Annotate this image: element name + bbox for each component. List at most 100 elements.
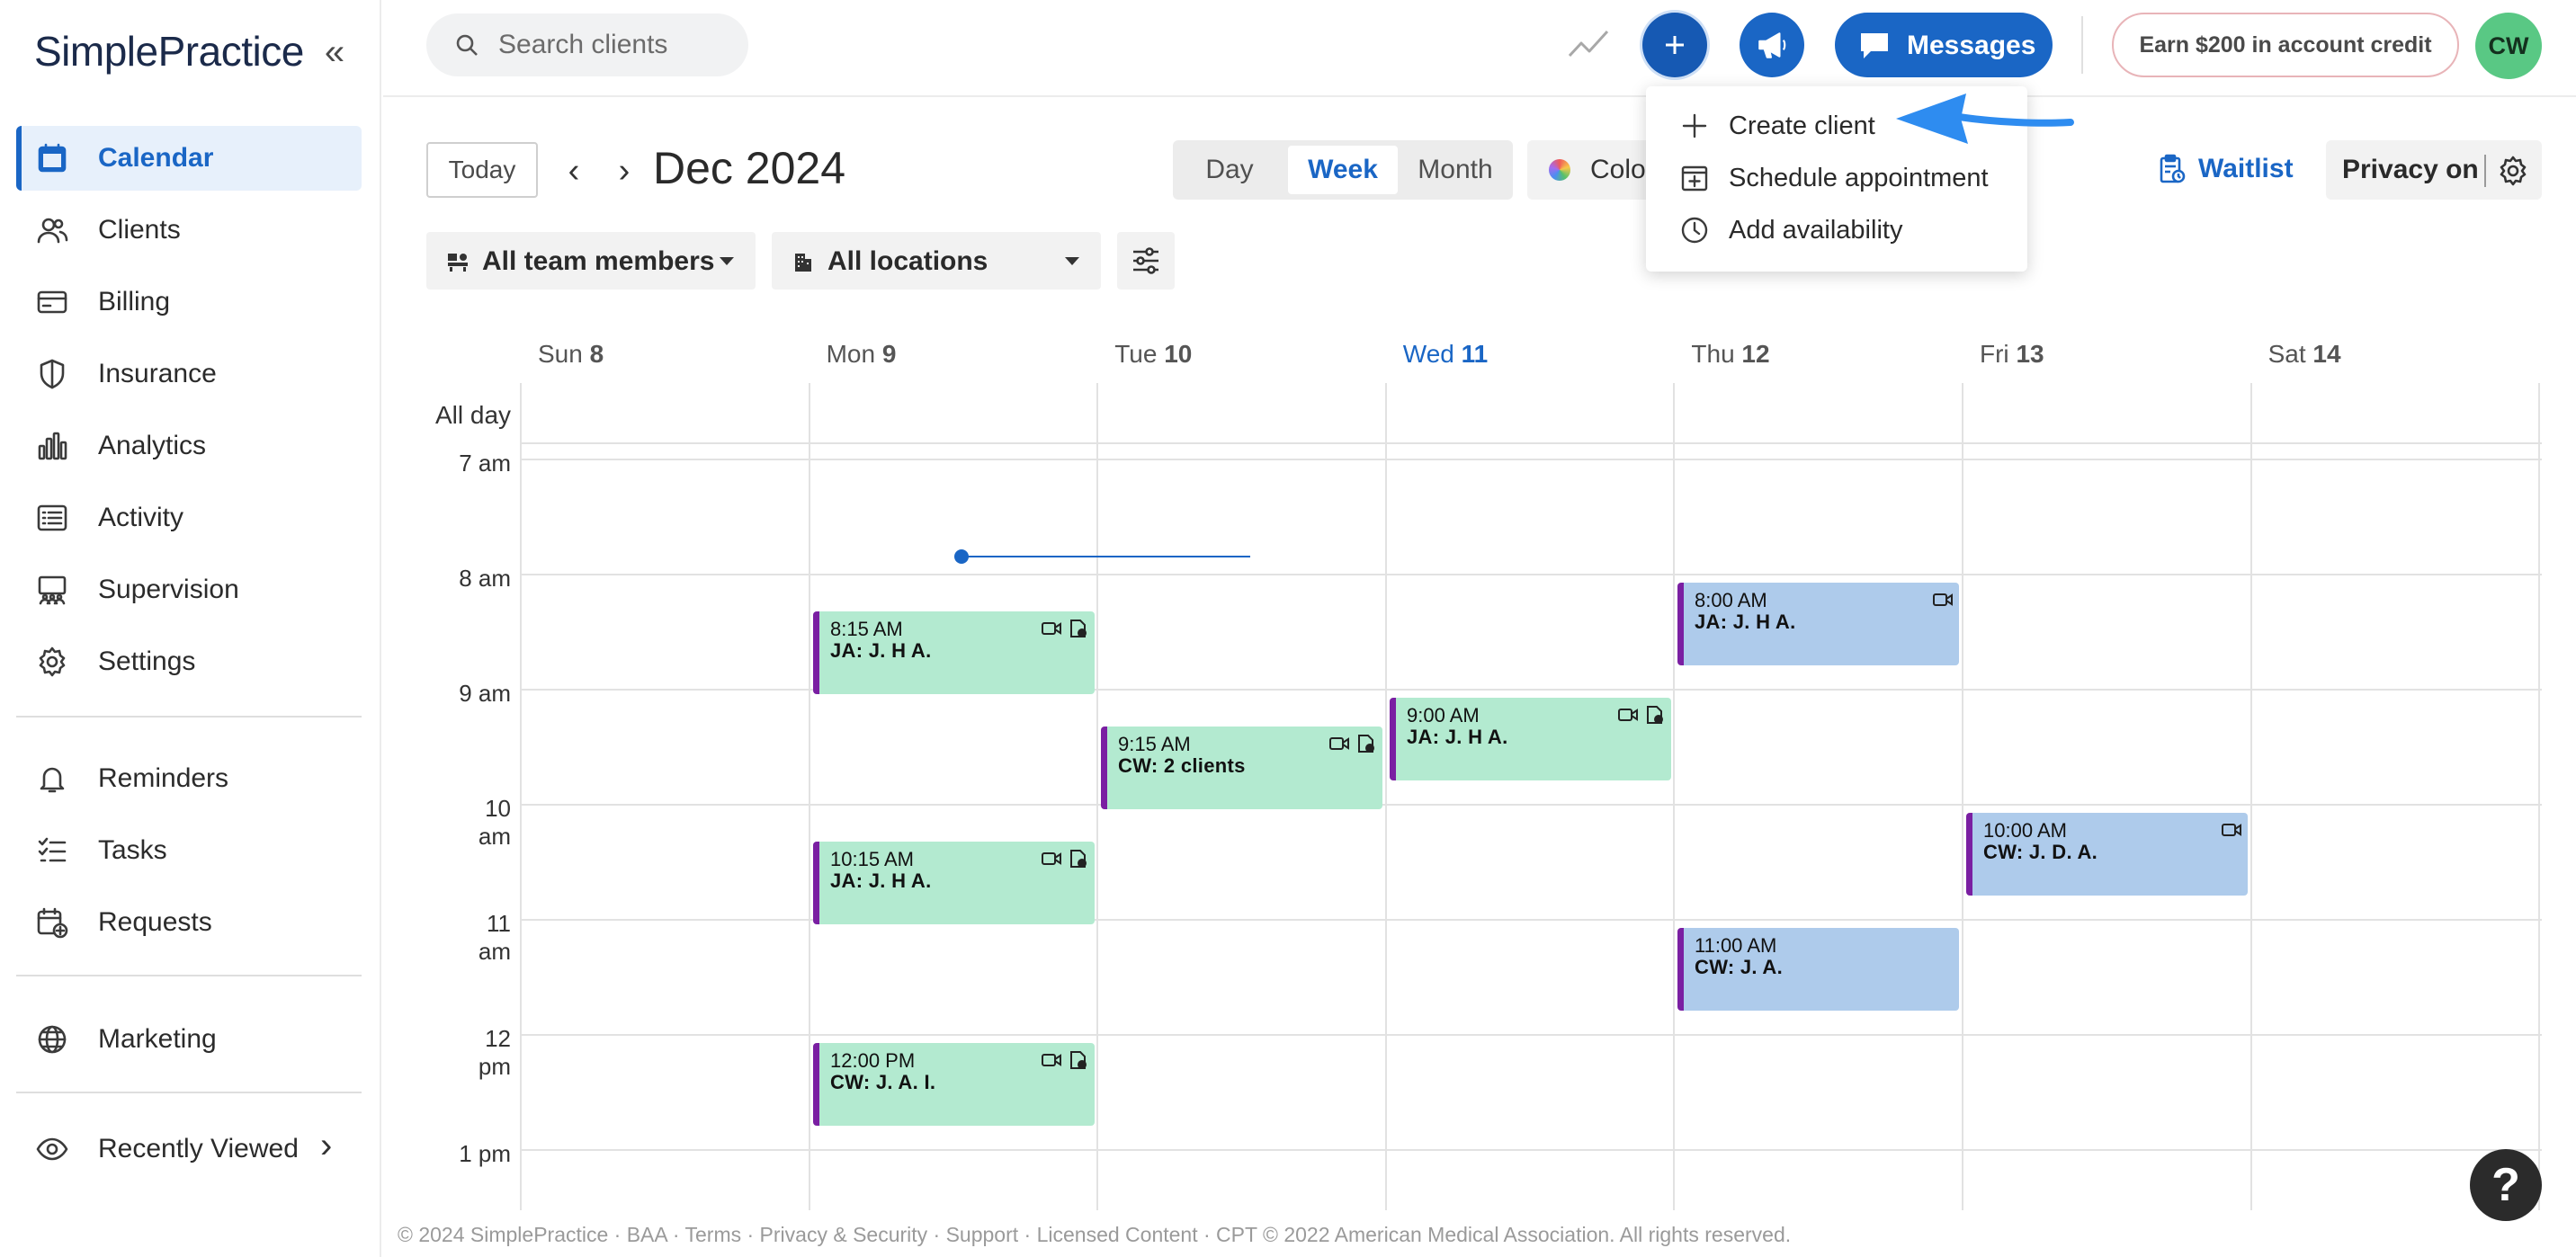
- view-week-tab[interactable]: Week: [1288, 146, 1398, 194]
- locations-filter[interactable]: All locations: [772, 232, 1101, 290]
- previous-week-icon[interactable]: ‹: [556, 151, 592, 191]
- waitlist-label: Waitlist: [2198, 154, 2294, 183]
- file-icon: [1068, 619, 1089, 644]
- sidebar-item-recently-viewed[interactable]: Recently Viewed ›: [16, 1117, 362, 1181]
- event-client: CW: J. D. A.: [1983, 841, 2098, 863]
- announcements-button[interactable]: [1740, 13, 1804, 77]
- event-icons: [1041, 1050, 1089, 1075]
- sidebar-item-label: Reminders: [98, 763, 229, 793]
- day-name: Mon: [826, 340, 876, 368]
- sidebar-item-label: Calendar: [98, 143, 214, 173]
- collapse-sidebar-icon[interactable]: «: [317, 34, 353, 70]
- plus-icon: [1682, 113, 1707, 138]
- quick-add-button[interactable]: [1642, 13, 1707, 77]
- sidebar-item-analytics[interactable]: Analytics: [16, 414, 362, 478]
- earn-credit-button[interactable]: Earn $200 in account credit: [2112, 13, 2459, 77]
- event-time: 8:00 AM: [1695, 589, 1767, 611]
- avatar[interactable]: CW: [2475, 13, 2542, 79]
- file-icon: [1068, 849, 1089, 874]
- trend-chart-icon[interactable]: [1567, 25, 1610, 65]
- view-month-tab[interactable]: Month: [1405, 146, 1506, 194]
- gear-icon: [39, 646, 66, 677]
- clipboard-clock-icon: [2160, 154, 2186, 183]
- chevron-right-icon: ›: [320, 1126, 333, 1165]
- day-name: Thu: [1691, 340, 1735, 368]
- sidebar-item-billing[interactable]: Billing: [16, 270, 362, 334]
- messages-button[interactable]: Messages: [1835, 13, 2053, 77]
- today-button[interactable]: Today: [426, 142, 538, 198]
- day-number: 8: [589, 340, 604, 368]
- next-week-icon[interactable]: ›: [606, 151, 642, 191]
- day-name: Wed: [1402, 340, 1454, 368]
- sidebar-divider: [16, 1092, 362, 1093]
- event-icons: [1041, 849, 1089, 874]
- sliders-icon: [1133, 247, 1158, 274]
- view-switcher: Day Week Month: [1173, 140, 1513, 200]
- day-header[interactable]: Sun 8: [538, 340, 604, 369]
- day-header[interactable]: Tue 10: [1114, 340, 1192, 369]
- checklist-icon: [38, 837, 67, 862]
- sidebar-item-label: Clients: [98, 215, 181, 245]
- appointment-event[interactable]: 11:00 AM CW: J. A.: [1677, 928, 1959, 1011]
- team-members-filter[interactable]: All team members: [426, 232, 756, 290]
- appointment-event[interactable]: 9:15 AM CW: 2 clients: [1101, 727, 1382, 809]
- hour-label: 8 am: [459, 565, 511, 592]
- hour-gridline: [520, 1149, 2542, 1151]
- day-column-divider: [1096, 383, 1098, 1210]
- day-header[interactable]: Fri 13: [1980, 340, 2044, 369]
- day-header[interactable]: Mon 9: [827, 340, 897, 369]
- appointment-event[interactable]: 8:00 AM JA: J. H A.: [1677, 583, 1959, 665]
- help-button[interactable]: ?: [2470, 1149, 2542, 1221]
- calendar-settings-button[interactable]: [1117, 232, 1175, 290]
- day-column-divider: [1673, 383, 1675, 1210]
- view-day-tab[interactable]: Day: [1180, 146, 1279, 194]
- megaphone-icon: [1758, 32, 1786, 58]
- event-icons: [2221, 820, 2242, 845]
- appointment-event[interactable]: 12:00 PM CW: J. A. I.: [813, 1043, 1095, 1126]
- day-header[interactable]: Thu 12: [1691, 340, 1769, 369]
- calendar-add-icon: [1681, 165, 1708, 192]
- sidebar-item-insurance[interactable]: Insurance: [16, 342, 362, 406]
- hour-label: 10 am: [478, 795, 511, 850]
- bar-chart-icon: [38, 432, 67, 460]
- top-bar: Messages Earn $200 in account credit CW: [383, 0, 2576, 97]
- event-icons: [1617, 705, 1666, 730]
- sidebar-item-calendar[interactable]: Calendar: [16, 126, 362, 191]
- gear-icon[interactable]: [2497, 155, 2529, 187]
- sidebar-item-settings[interactable]: Settings: [16, 629, 362, 694]
- sidebar-item-activity[interactable]: Activity: [16, 486, 362, 550]
- video-icon: [1041, 1050, 1062, 1075]
- footer: © 2024 SimplePractice · BAA · Terms · Pr…: [398, 1223, 1792, 1246]
- event-client: JA: J. H A.: [1695, 611, 1796, 633]
- appointment-event[interactable]: 10:15 AM JA: J. H A.: [813, 842, 1095, 924]
- appointment-event[interactable]: 10:00 AM CW: J. D. A.: [1966, 813, 2248, 896]
- bell-icon: [40, 767, 65, 793]
- sidebar-item-requests[interactable]: Requests: [16, 890, 362, 955]
- day-header[interactable]: Sat 14: [2268, 340, 2341, 369]
- topbar-divider: [2081, 16, 2083, 74]
- sidebar-item-supervision[interactable]: Supervision: [16, 557, 362, 622]
- add-availability-menu-item[interactable]: Add availability: [1646, 203, 2027, 255]
- sidebar-item-reminders[interactable]: Reminders: [16, 746, 362, 811]
- appointment-event[interactable]: 8:15 AM JA: J. H A.: [813, 611, 1095, 694]
- privacy-divider: [2484, 155, 2486, 187]
- sidebar-item-label: Billing: [98, 287, 171, 316]
- appointment-event[interactable]: 9:00 AM JA: J. H A.: [1390, 698, 1671, 780]
- sidebar-divider: [16, 716, 362, 718]
- event-time: 10:00 AM: [1983, 819, 2067, 842]
- calendar-plus-icon: [37, 907, 68, 939]
- video-icon: [2221, 820, 2242, 845]
- day-header[interactable]: Wed 11: [1403, 340, 1488, 369]
- logo: SimplePractice: [34, 28, 304, 75]
- search-icon: [456, 34, 478, 56]
- event-client: CW: J. A.: [1695, 956, 1784, 978]
- sidebar-item-clients[interactable]: Clients: [16, 198, 362, 263]
- day-number: 13: [2016, 340, 2044, 368]
- waitlist-button[interactable]: Waitlist: [2159, 149, 2294, 189]
- sidebar-item-label: Recently Viewed: [98, 1134, 299, 1163]
- sidebar-item-label: Insurance: [98, 359, 217, 388]
- privacy-toggle[interactable]: Privacy on: [2342, 155, 2479, 185]
- colors-button[interactable]: Colors: [1527, 140, 1662, 200]
- sidebar-item-marketing[interactable]: Marketing: [16, 1007, 362, 1072]
- sidebar-item-tasks[interactable]: Tasks: [16, 818, 362, 883]
